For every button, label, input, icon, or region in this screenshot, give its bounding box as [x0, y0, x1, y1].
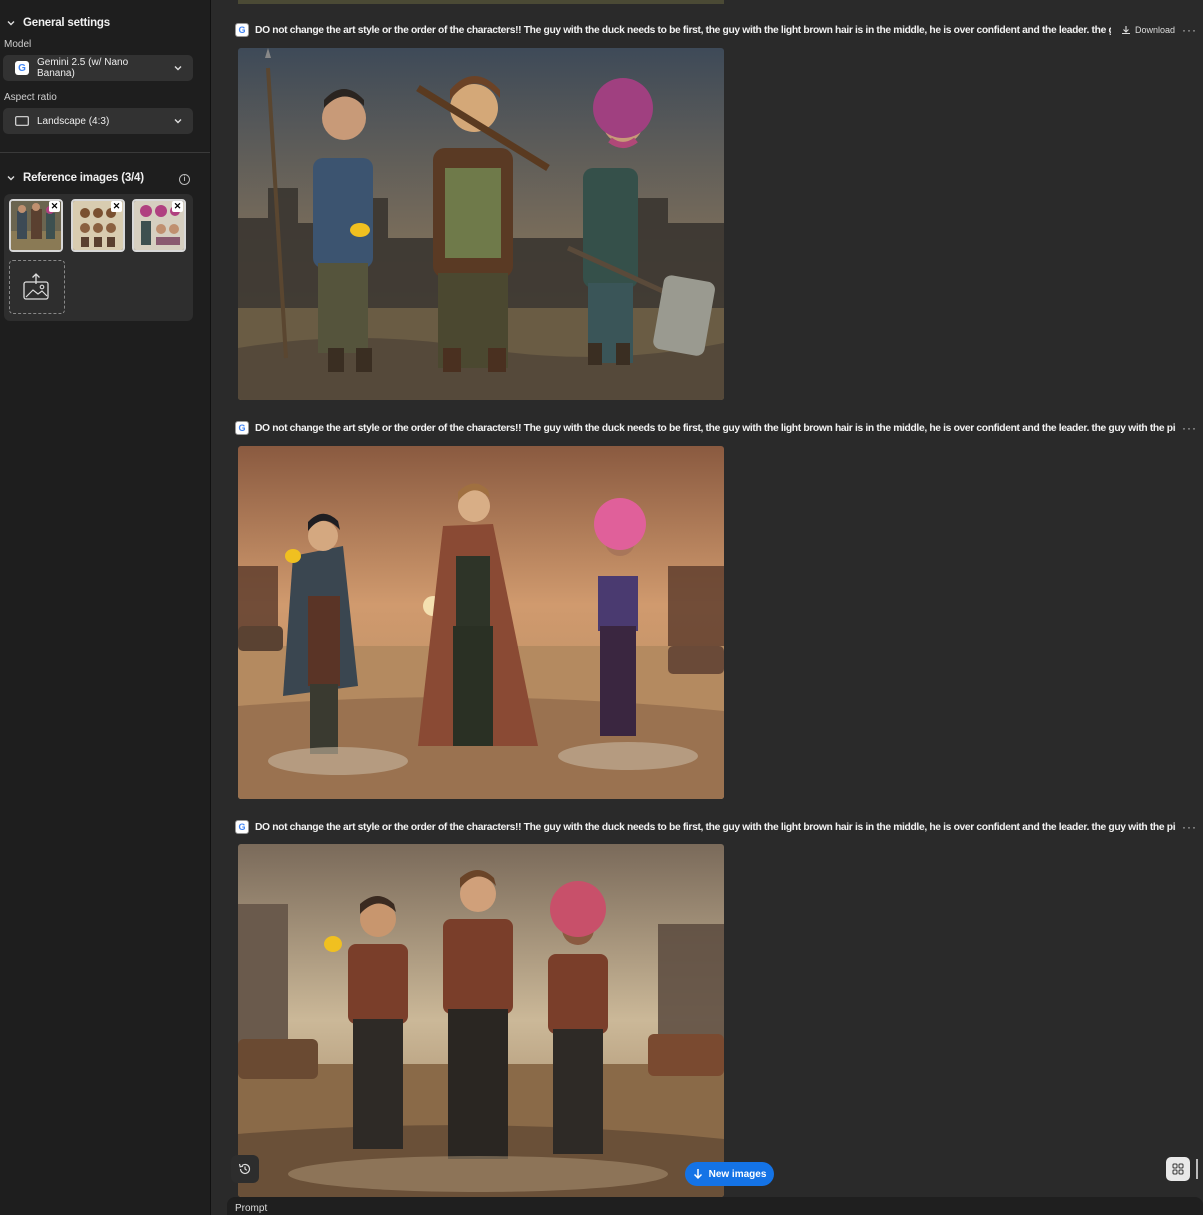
download-button[interactable]: Download	[1121, 25, 1175, 35]
prompt-text[interactable]: DO not change the art style or the order…	[255, 25, 1111, 36]
reference-images-title: Reference images (3/4)	[23, 172, 144, 184]
remove-reference-icon[interactable]: ✕	[111, 201, 122, 212]
grid-icon	[1172, 1163, 1184, 1175]
previous-image-edge	[238, 0, 724, 4]
result-header: G DO not change the art style or the ord…	[235, 819, 1197, 835]
general-settings-toggle[interactable]: General settings	[6, 17, 110, 29]
reference-images-panel: ✕ ✕ ✕	[4, 194, 193, 321]
upload-reference-button[interactable]	[9, 260, 65, 314]
sidebar-divider	[0, 152, 210, 153]
info-icon[interactable]: i	[179, 174, 190, 185]
aspect-ratio-value: Landscape (4:3)	[37, 115, 110, 127]
chevron-down-icon	[7, 176, 15, 181]
upload-image-icon	[23, 273, 49, 300]
prompt-panel[interactable]: Prompt	[227, 1197, 1203, 1215]
remove-reference-icon[interactable]: ✕	[172, 201, 183, 212]
results-area: G DO not change the art style or the ord…	[211, 0, 1203, 1215]
model-value: Gemini 2.5 (w/ Nano Banana)	[37, 57, 129, 79]
download-icon	[1122, 26, 1130, 35]
generated-image[interactable]	[238, 844, 724, 1197]
new-images-button[interactable]: New images	[685, 1162, 774, 1186]
history-icon	[238, 1163, 251, 1175]
history-button[interactable]	[231, 1155, 259, 1183]
aspect-ratio-label: Aspect ratio	[4, 92, 57, 103]
reference-thumbnail[interactable]: ✕	[71, 199, 125, 252]
chevron-down-icon	[7, 21, 15, 26]
model-select[interactable]: G Gemini 2.5 (w/ Nano Banana)	[3, 55, 193, 81]
google-logo-icon: G	[235, 820, 249, 834]
google-logo-icon: G	[235, 23, 249, 37]
more-options-icon[interactable]: ···	[1182, 23, 1197, 37]
download-label: Download	[1135, 25, 1176, 35]
generated-image-art	[238, 844, 724, 1197]
model-label: Model	[4, 39, 32, 50]
generated-image-art	[238, 48, 724, 400]
generated-image[interactable]	[238, 48, 724, 400]
general-settings-title: General settings	[23, 17, 110, 29]
chevron-down-icon	[174, 66, 182, 71]
generated-image[interactable]	[238, 446, 724, 799]
sidebar: General settings Model G Gemini 2.5 (w/ …	[0, 0, 211, 1215]
grid-view-button[interactable]	[1166, 1157, 1190, 1181]
more-options-icon[interactable]: ···	[1182, 820, 1197, 834]
new-images-label: New images	[708, 1168, 767, 1180]
landscape-icon	[15, 116, 29, 126]
reference-images-toggle[interactable]: Reference images (3/4)	[6, 172, 144, 184]
remove-reference-icon[interactable]: ✕	[49, 201, 60, 212]
reference-thumbnail[interactable]: ✕	[132, 199, 186, 252]
more-options-icon[interactable]: ···	[1182, 421, 1197, 435]
arrow-down-icon	[693, 1169, 702, 1180]
google-logo-icon: G	[15, 61, 29, 75]
result-header: G DO not change the art style or the ord…	[235, 22, 1197, 38]
reference-thumbnail[interactable]: ✕	[9, 199, 63, 252]
chevron-down-icon	[174, 119, 182, 124]
result-header: G DO not change the art style or the ord…	[235, 420, 1197, 436]
generated-image-art	[238, 446, 724, 799]
view-toggle-divider	[1196, 1159, 1198, 1179]
prompt-label: Prompt	[235, 1203, 268, 1214]
prompt-text[interactable]: DO not change the art style or the order…	[255, 822, 1176, 833]
prompt-text[interactable]: DO not change the art style or the order…	[255, 423, 1176, 434]
google-logo-icon: G	[235, 421, 249, 435]
aspect-ratio-select[interactable]: Landscape (4:3)	[3, 108, 193, 134]
